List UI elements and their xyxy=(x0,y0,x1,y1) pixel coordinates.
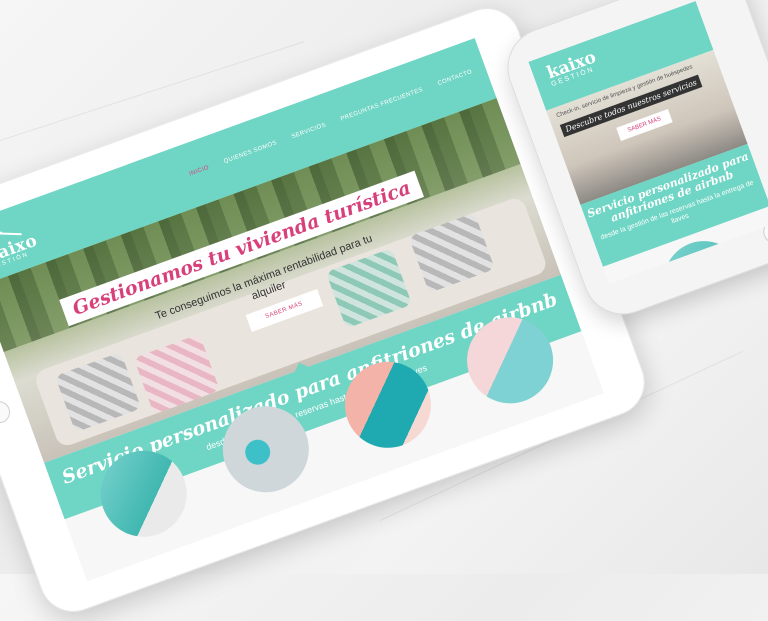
nav-item-servicios[interactable]: SERVICIOS xyxy=(291,122,327,140)
tablet-home-button[interactable] xyxy=(0,398,14,427)
tablet-screen: kaixo GESTIÓN INICIO QUIENES SOMOS SERVI… xyxy=(0,38,604,582)
nav-item-contacto[interactable]: CONTACTO xyxy=(437,69,473,87)
site-logo[interactable]: kaixo GESTIÓN xyxy=(0,219,41,272)
nav-item-preguntas[interactable]: PREGUNTAS FRECUENTES xyxy=(340,87,424,122)
nav-item-inicio[interactable]: INICIO xyxy=(189,165,211,178)
phone-logo[interactable]: kaixo GESTIÓN xyxy=(544,47,601,88)
nav-item-quienes-somos[interactable]: QUIENES SOMOS xyxy=(223,140,278,165)
